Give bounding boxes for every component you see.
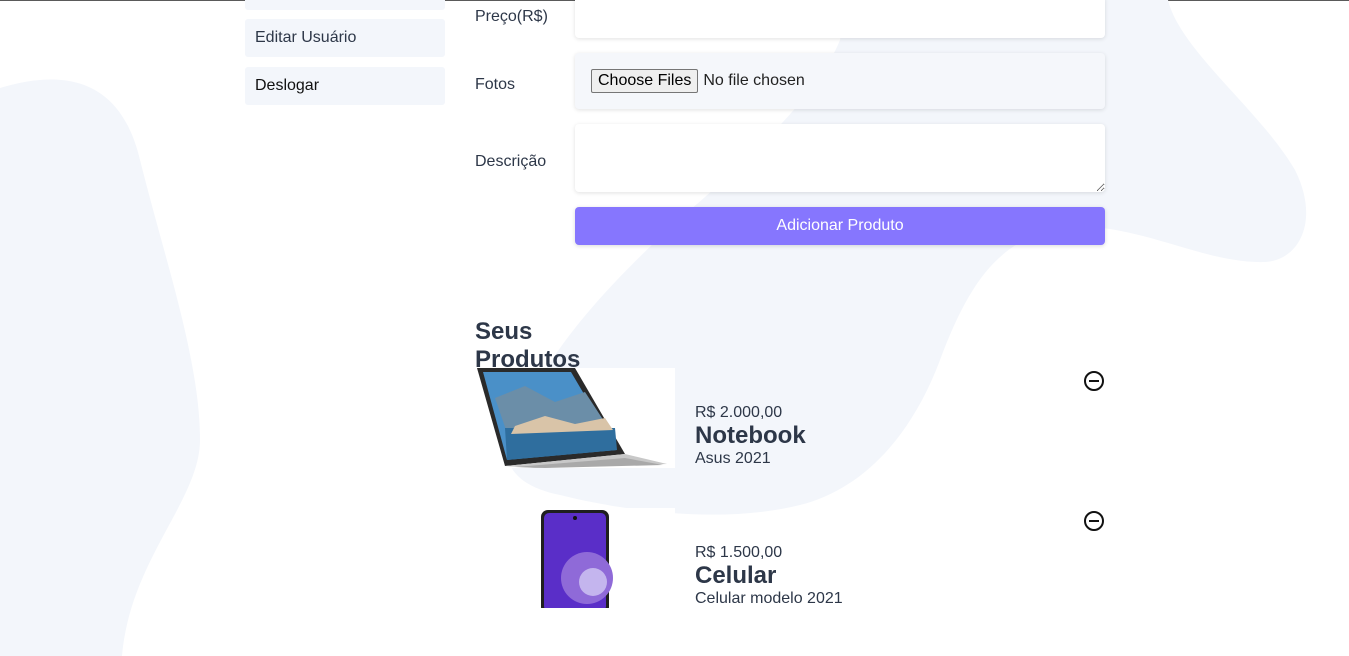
products-section-title: Seus Produtos — [475, 318, 581, 373]
add-product-button[interactable]: Adicionar Produto — [575, 207, 1105, 245]
price-input[interactable] — [575, 0, 1105, 38]
description-textarea[interactable] — [575, 124, 1105, 192]
product-description: Asus 2021 — [695, 450, 771, 467]
sidebar-item-top[interactable] — [245, 0, 445, 10]
remove-circle-icon[interactable] — [1083, 370, 1105, 392]
choose-files-button[interactable]: Choose Files — [591, 69, 699, 93]
phone-image — [475, 508, 675, 608]
product-name: Celular — [695, 562, 777, 589]
product-name: Notebook — [695, 422, 806, 449]
photos-label: Fotos — [475, 76, 516, 93]
product-description: Celular modelo 2021 — [695, 590, 843, 607]
sidebar-item-label: Deslogar — [255, 77, 320, 94]
product-card: R$ 1.500,00 Celular Celular modelo 2021 — [475, 508, 1105, 608]
product-price: R$ 1.500,00 — [695, 544, 783, 561]
sidebar-item-logout[interactable]: Deslogar — [245, 67, 445, 105]
file-status-text: No file chosen — [703, 72, 805, 89]
price-label: Preço(R$) — [475, 8, 548, 25]
sidebar-item-label: Editar Usuário — [255, 29, 357, 46]
laptop-image — [475, 368, 675, 468]
remove-circle-icon[interactable] — [1083, 510, 1105, 532]
product-card: R$ 2.000,00 Notebook Asus 2021 — [475, 368, 1105, 468]
description-label: Descrição — [475, 153, 547, 170]
file-input[interactable]: Choose Files No file chosen — [575, 53, 1105, 109]
product-price: R$ 2.000,00 — [695, 404, 783, 421]
sidebar-item-edit-user[interactable]: Editar Usuário — [245, 19, 445, 57]
